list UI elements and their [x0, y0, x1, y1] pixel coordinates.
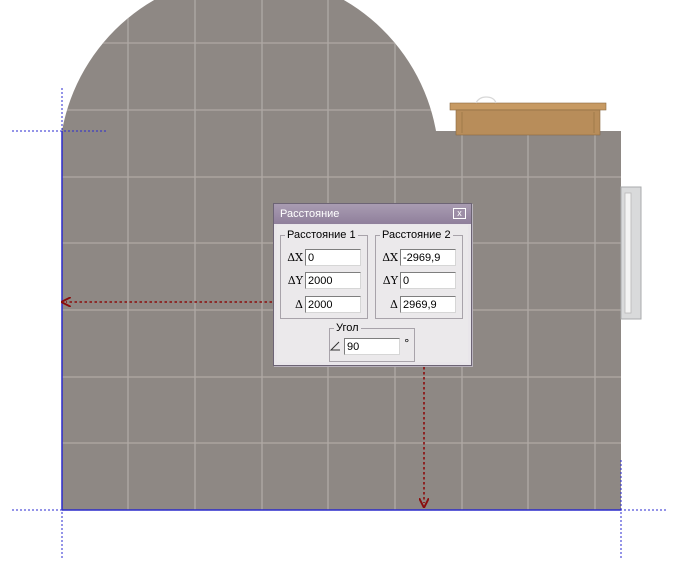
close-button[interactable]: x	[453, 208, 466, 219]
angle-legend: Угол	[336, 322, 359, 334]
delta-label: Δ	[295, 298, 303, 311]
degree-unit: °	[404, 337, 410, 350]
dx-label: ΔX	[382, 251, 398, 264]
radiator-object[interactable]	[620, 186, 642, 320]
angle-icon	[329, 341, 340, 351]
dialog-title: Расстояние	[280, 208, 340, 220]
distance2-group: Расстояние 2 ΔX ΔY Δ	[375, 229, 463, 319]
distance1-d-input[interactable]	[305, 296, 361, 313]
distance2-d-input[interactable]	[400, 296, 456, 313]
dx-label: ΔX	[287, 251, 303, 264]
dialog-title-bar[interactable]: Расстояние	[274, 204, 471, 224]
delta-label: Δ	[390, 298, 398, 311]
angle-input[interactable]	[344, 338, 400, 355]
table-object[interactable]	[449, 96, 607, 136]
distance2-legend: Расстояние 2	[382, 229, 451, 241]
distance1-dy-input[interactable]	[305, 272, 361, 289]
close-icon: x	[457, 208, 462, 218]
distance-dialog[interactable]: Расстояние x Расстояние 1 ΔX ΔY Δ Рассто…	[273, 203, 472, 366]
distance1-dx-input[interactable]	[305, 249, 361, 266]
distance2-dy-input[interactable]	[400, 272, 456, 289]
angle-group: Угол °	[329, 322, 415, 362]
distance1-legend: Расстояние 1	[287, 229, 356, 241]
dy-label: ΔY	[382, 274, 398, 287]
dy-label: ΔY	[287, 274, 303, 287]
distance1-group: Расстояние 1 ΔX ΔY Δ	[280, 229, 368, 319]
distance2-dx-input[interactable]	[400, 249, 456, 266]
dialog-body: Расстояние 1 ΔX ΔY Δ Расстояние 2 ΔX ΔY	[277, 225, 468, 362]
